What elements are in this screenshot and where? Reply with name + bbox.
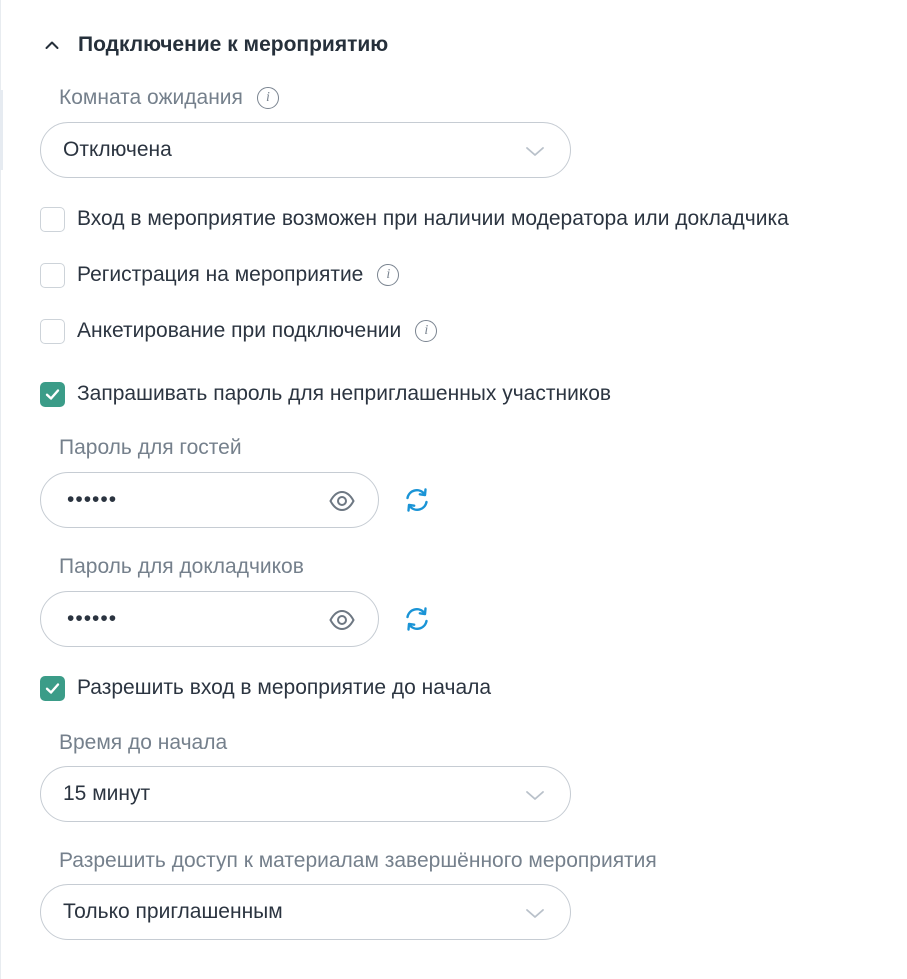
time-before-label-text: Время до начала <box>59 731 228 754</box>
survey-option[interactable]: Анкетирование при подключении i <box>40 316 438 346</box>
time-before-label: Время до начала <box>59 731 227 755</box>
speaker-password-value: •••••• <box>67 607 118 630</box>
materials-access-label: Разрешить доступ к материалам завершённо… <box>59 849 657 873</box>
ask-password-label: Запрашивать пароль для неприглашенных уч… <box>77 382 612 405</box>
moderator-required-label: Вход в мероприятие возможен при наличии … <box>77 207 789 230</box>
info-icon[interactable]: i <box>415 320 438 342</box>
materials-access-select[interactable]: Только приглашенным <box>40 884 571 940</box>
waiting-room-label: Комната ожидания i <box>59 86 279 110</box>
chevron-down-icon <box>526 147 544 156</box>
early-entry-option[interactable]: Разрешить вход в мероприятие до начала <box>40 673 491 703</box>
section-title: Подключение к мероприятию <box>78 33 389 56</box>
time-before-select[interactable]: 15 минут <box>40 766 571 822</box>
early-entry-checkbox[interactable] <box>40 675 65 701</box>
checkmark-icon <box>45 388 60 400</box>
chevron-up-icon[interactable] <box>42 35 62 55</box>
refresh-password-icon[interactable] <box>403 605 431 633</box>
waiting-room-value: Отключена <box>63 138 172 161</box>
guest-password-field[interactable]: •••••• <box>40 472 379 528</box>
info-icon[interactable]: i <box>377 264 400 286</box>
chevron-down-icon <box>526 791 544 800</box>
moderator-required-option[interactable]: Вход в мероприятие возможен при наличии … <box>40 204 789 234</box>
survey-label: Анкетирование при подключении <box>77 319 402 342</box>
section-header[interactable]: Подключение к мероприятию <box>42 28 388 62</box>
registration-checkbox[interactable] <box>40 262 65 288</box>
registration-label: Регистрация на мероприятие <box>77 263 364 286</box>
time-before-value: 15 минут <box>63 782 151 805</box>
checkmark-icon <box>45 682 60 694</box>
panel-left-border-accent <box>0 90 3 170</box>
speaker-password-label: Пароль для докладчиков <box>59 555 304 579</box>
eye-icon[interactable] <box>328 606 356 634</box>
eye-icon[interactable] <box>328 487 356 515</box>
materials-access-label-text: Разрешить доступ к материалам завершённо… <box>59 849 657 872</box>
ask-password-checkbox[interactable] <box>40 381 65 407</box>
waiting-room-label-text: Комната ожидания <box>59 86 243 109</box>
ask-password-option[interactable]: Запрашивать пароль для неприглашенных уч… <box>40 379 611 409</box>
guest-password-label-text: Пароль для гостей <box>59 436 242 459</box>
refresh-password-icon[interactable] <box>403 486 431 514</box>
speaker-password-field[interactable]: •••••• <box>40 591 379 647</box>
waiting-room-select[interactable]: Отключена <box>40 122 571 178</box>
info-icon[interactable]: i <box>256 87 279 109</box>
guest-password-label: Пароль для гостей <box>59 436 242 460</box>
moderator-required-checkbox[interactable] <box>40 206 65 232</box>
registration-option[interactable]: Регистрация на мероприятие i <box>40 260 400 290</box>
guest-password-value: •••••• <box>67 488 118 511</box>
chevron-down-icon <box>526 909 544 918</box>
early-entry-label: Разрешить вход в мероприятие до начала <box>77 676 492 699</box>
speaker-password-label-text: Пароль для докладчиков <box>59 555 304 578</box>
survey-checkbox[interactable] <box>40 318 65 344</box>
materials-access-value: Только приглашенным <box>63 900 283 923</box>
